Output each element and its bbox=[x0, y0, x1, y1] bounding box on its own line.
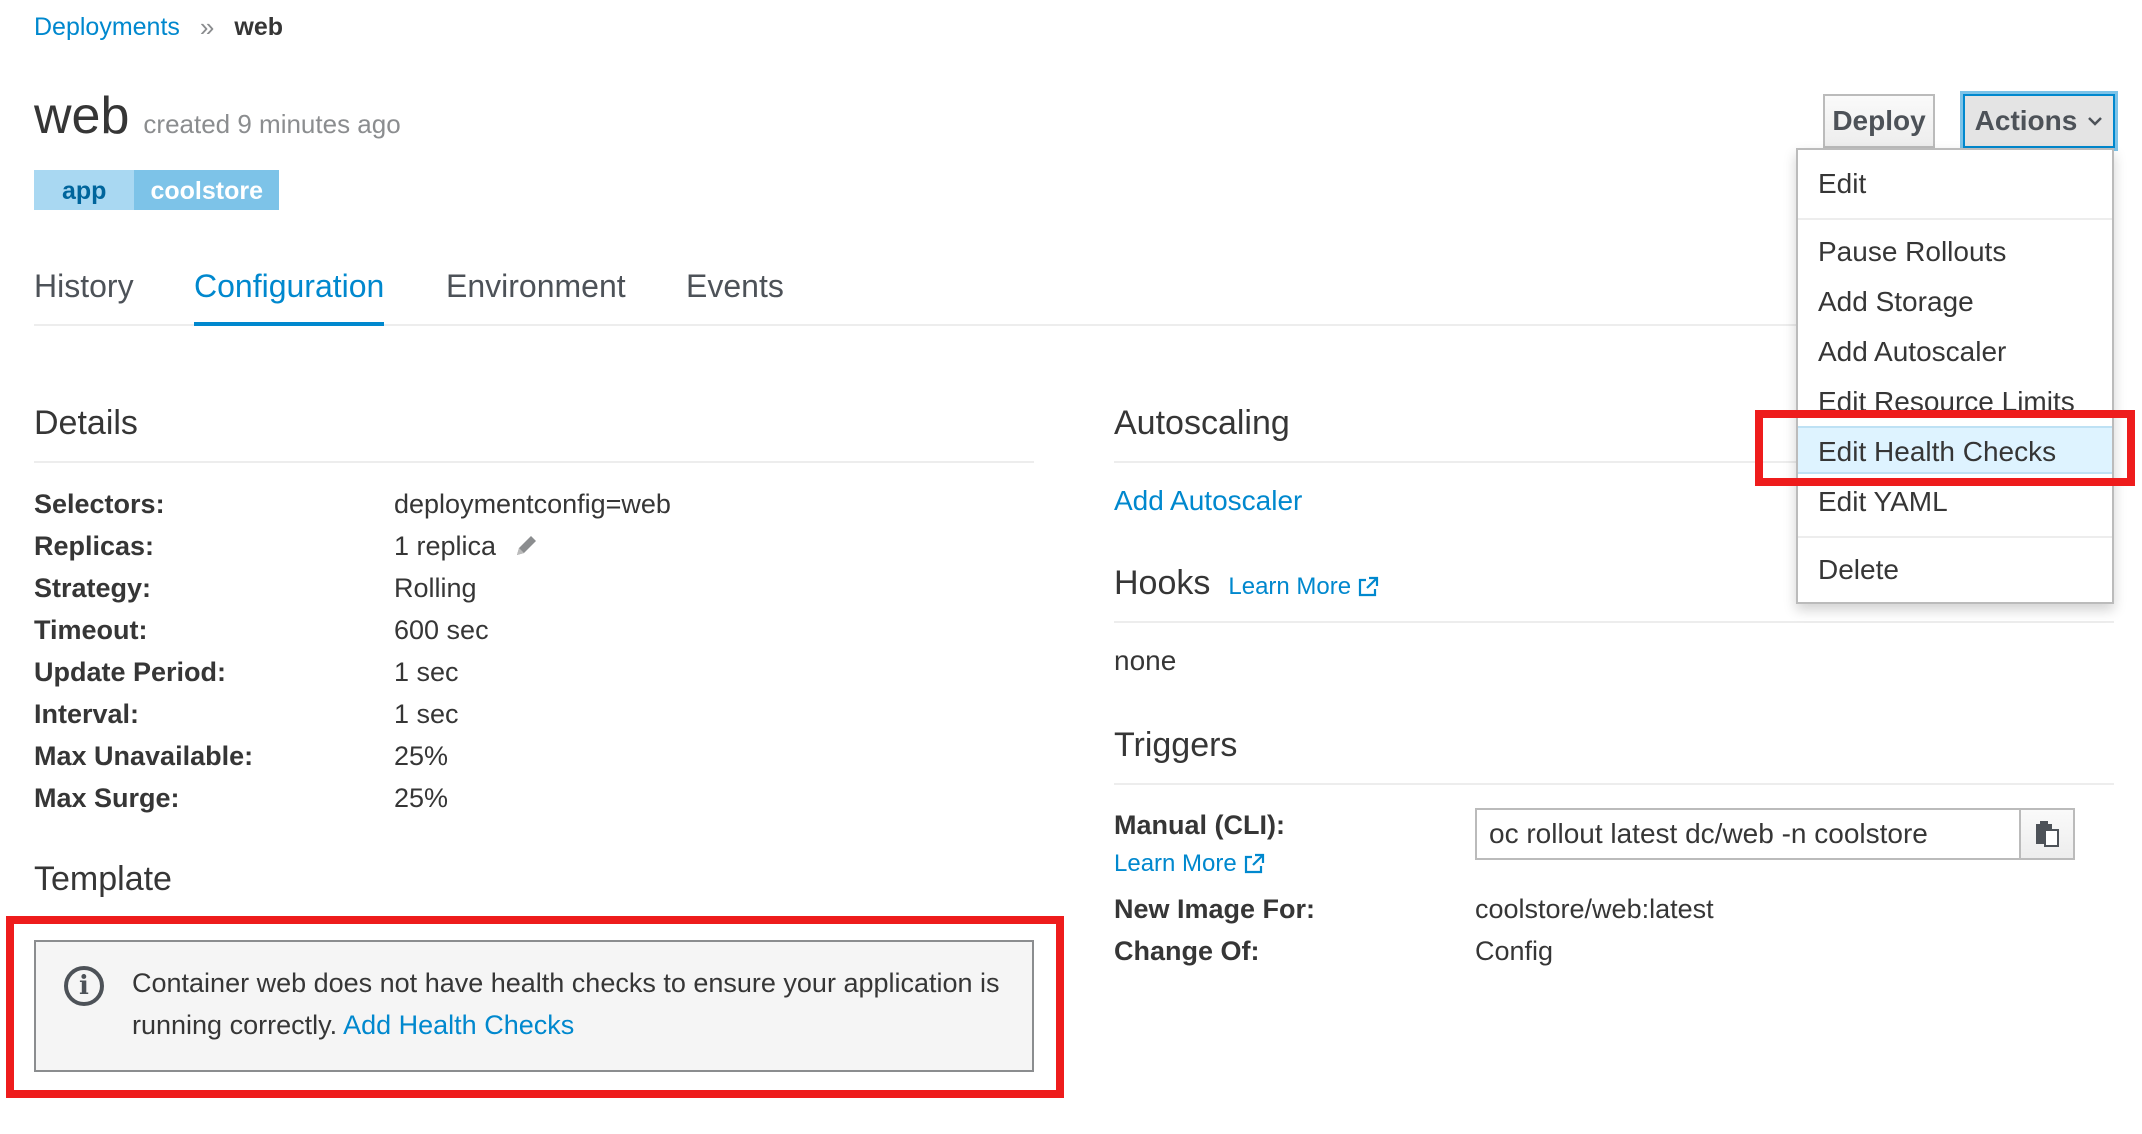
detail-row-interval: Interval: 1 sec bbox=[34, 693, 1034, 735]
menu-item-pause-rollouts[interactable]: Pause Rollouts bbox=[1798, 228, 2112, 276]
hooks-heading: Hooks bbox=[1114, 564, 1211, 602]
detail-value: 25% bbox=[394, 741, 449, 771]
breadcrumb-current: web bbox=[234, 13, 283, 41]
detail-key: Strategy: bbox=[34, 573, 152, 603]
cli-command-input[interactable]: oc rollout latest dc/web -n coolstore bbox=[1477, 810, 2019, 858]
replicas-value: 1 replica bbox=[394, 531, 497, 561]
detail-row-selectors: Selectors: deploymentconfig=web bbox=[34, 483, 1034, 525]
detail-row-max-unavailable: Max Unavailable: 25% bbox=[34, 735, 1034, 777]
deploy-button-label: Deploy bbox=[1832, 105, 1926, 136]
tab-events[interactable]: Events bbox=[686, 268, 784, 326]
trigger-row-new-image: New Image For: coolstore/web:latest bbox=[1114, 888, 1714, 930]
detail-key: Interval: bbox=[34, 699, 140, 729]
menu-item-add-storage[interactable]: Add Storage bbox=[1798, 278, 2112, 326]
hooks-value: none bbox=[1114, 645, 1177, 676]
template-heading: Template bbox=[34, 860, 172, 898]
highlight-box-alert bbox=[6, 916, 1064, 1098]
deploy-button[interactable]: Deploy bbox=[1823, 94, 1935, 148]
hooks-learn-more-link[interactable]: Learn More bbox=[1228, 573, 1379, 601]
tab-history[interactable]: History bbox=[34, 268, 134, 326]
detail-row-update-period: Update Period: 1 sec bbox=[34, 651, 1034, 693]
created-timestamp: created 9 minutes ago bbox=[143, 109, 401, 139]
triggers-heading: Triggers bbox=[1114, 726, 2114, 785]
external-link-icon bbox=[1244, 853, 1264, 874]
trigger-value: coolstore/web:latest bbox=[1475, 894, 1714, 924]
tab-bar: History Configuration Environment Events bbox=[34, 268, 1824, 326]
highlight-box-menu-item bbox=[1755, 410, 2135, 486]
deployment-name: web bbox=[34, 87, 130, 145]
label-key[interactable]: app bbox=[34, 170, 135, 210]
page-title: web created 9 minutes ago bbox=[34, 86, 401, 146]
chevron-down-icon bbox=[2088, 117, 2103, 126]
tab-configuration[interactable]: Configuration bbox=[194, 268, 385, 326]
detail-value: 600 sec bbox=[394, 615, 489, 645]
menu-divider bbox=[1798, 218, 2112, 220]
trigger-value: Config bbox=[1475, 936, 1554, 966]
breadcrumb-separator: » bbox=[199, 12, 215, 42]
hooks-learn-more-label: Learn More bbox=[1228, 573, 1352, 600]
detail-key: Selectors: bbox=[34, 489, 165, 519]
label-tag[interactable]: app coolstore bbox=[34, 170, 279, 210]
detail-row-strategy: Strategy: Rolling bbox=[34, 567, 1034, 609]
detail-value: 25% bbox=[394, 783, 449, 813]
detail-value: 1 sec bbox=[394, 699, 459, 729]
details-heading: Details bbox=[34, 404, 1034, 463]
detail-row-max-surge: Max Surge: 25% bbox=[34, 777, 1034, 819]
detail-value: Rolling bbox=[394, 573, 477, 603]
trigger-key: New Image For: bbox=[1114, 894, 1316, 924]
label-value[interactable]: coolstore bbox=[134, 170, 279, 210]
pencil-icon[interactable] bbox=[512, 532, 540, 560]
menu-item-add-autoscaler[interactable]: Add Autoscaler bbox=[1798, 328, 2112, 376]
details-list: Selectors: deploymentconfig=web Replicas… bbox=[34, 483, 1034, 819]
trigger-row-change-of: Change Of: Config bbox=[1114, 930, 1553, 972]
detail-key: Max Surge: bbox=[34, 783, 180, 813]
menu-item-delete[interactable]: Delete bbox=[1798, 546, 2112, 594]
details-section: Details Selectors: deploymentconfig=web … bbox=[34, 404, 1034, 819]
menu-divider bbox=[1798, 536, 2112, 538]
triggers-learn-more-label: Learn More bbox=[1114, 850, 1237, 877]
actions-button-label: Actions bbox=[1974, 105, 2078, 136]
actions-dropdown-button[interactable]: Actions bbox=[1963, 94, 2115, 148]
trigger-key: Change Of: bbox=[1114, 936, 1260, 966]
detail-key: Update Period: bbox=[34, 657, 227, 687]
triggers-section: Triggers bbox=[1114, 726, 2114, 785]
breadcrumb: Deployments » web bbox=[34, 12, 283, 43]
clipboard-icon bbox=[2036, 821, 2059, 847]
triggers-learn-more-link[interactable]: Learn More bbox=[1114, 850, 1265, 878]
copy-button[interactable] bbox=[2019, 810, 2073, 858]
detail-value: 1 replica bbox=[394, 525, 540, 567]
breadcrumb-deployments-link[interactable]: Deployments bbox=[34, 13, 180, 42]
actions-menu: Edit Pause Rollouts Add Storage Add Auto… bbox=[1796, 148, 2114, 604]
detail-key: Timeout: bbox=[34, 615, 148, 645]
manual-cli-label: Manual (CLI): bbox=[1114, 810, 1285, 840]
detail-value: 1 sec bbox=[394, 657, 459, 687]
detail-row-replicas: Replicas: 1 replica bbox=[34, 525, 1034, 567]
external-link-icon bbox=[1359, 576, 1379, 597]
tab-environment[interactable]: Environment bbox=[446, 268, 626, 326]
menu-item-edit[interactable]: Edit bbox=[1798, 160, 2112, 208]
cli-command-field: oc rollout latest dc/web -n coolstore bbox=[1475, 808, 2075, 860]
detail-key: Replicas: bbox=[34, 531, 155, 561]
detail-key: Max Unavailable: bbox=[34, 741, 254, 771]
detail-value: deploymentconfig=web bbox=[394, 489, 671, 519]
detail-row-timeout: Timeout: 600 sec bbox=[34, 609, 1034, 651]
